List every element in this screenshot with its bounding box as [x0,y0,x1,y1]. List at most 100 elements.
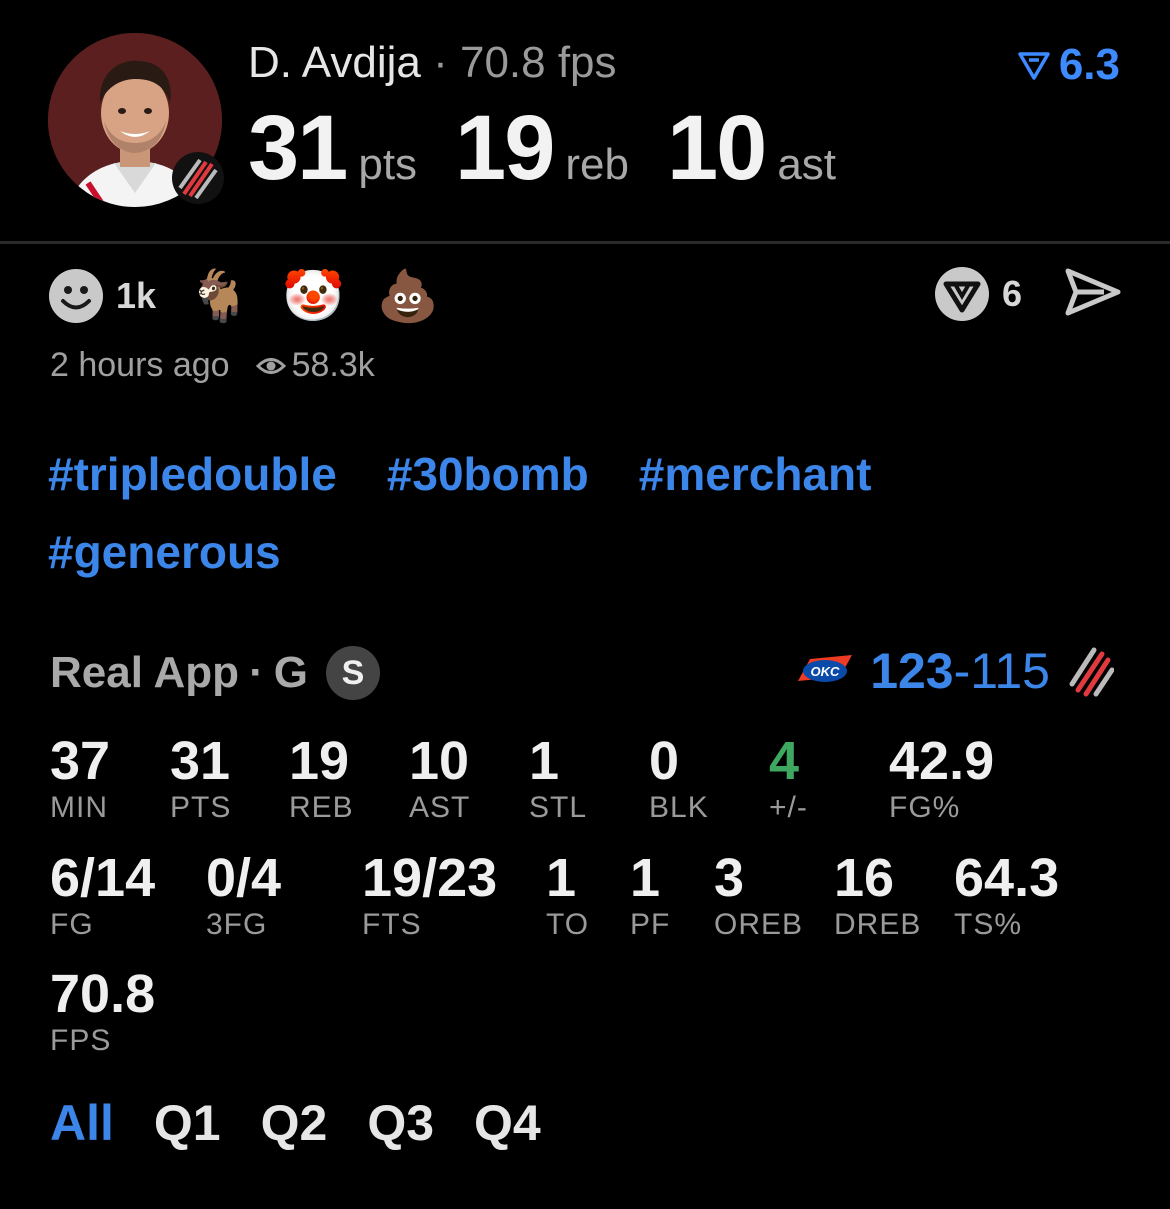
stat-value: 0 [649,731,680,791]
stat-pts: 31 PTS [170,732,231,826]
stat-fps: 70.8 FPS [50,965,155,1059]
stat-pf: 1 PF [630,849,670,943]
stat-fg: 6/14 FG [50,849,155,943]
stat-label: FPS [50,1024,112,1057]
stat-label: AST [409,791,471,824]
post-time: 2 hours ago [50,346,230,384]
stat-label: REB [289,791,354,824]
tab-q1[interactable]: Q1 [154,1094,221,1152]
stat-reb: 19 REB [289,732,354,826]
stat-value: 4 [769,731,800,791]
react-poop-button[interactable]: 💩 [377,268,439,324]
views-count: 58.3k [291,346,375,384]
comments-count: 6 [1001,273,1022,314]
rating-badge[interactable]: 6.3 [1017,40,1120,90]
opponent-logo-text: OKC [811,664,841,679]
blazers-logo-icon [1069,647,1114,697]
stat-label: OREB [714,908,804,941]
stat-stl: 1 STL [529,732,587,826]
game-score[interactable]: OKC 123 - 115 [796,642,1114,700]
player-position: G [273,648,308,697]
stat-label: 3FG [206,908,268,941]
game-source-line: Real App · G S [50,646,380,700]
score-team: 123 [870,643,954,699]
headline-rebounds-value: 19 [455,97,555,199]
headline-points-value: 31 [248,97,348,199]
stat-value: 1 [529,731,560,791]
stat-label: PF [630,908,671,941]
tab-q2[interactable]: Q2 [261,1094,328,1152]
send-icon [1065,268,1121,315]
source-name: Real App [50,648,240,697]
stat-value: 16 [834,848,895,908]
thunder-logo-icon: OKC [798,655,853,682]
stat-value: 6/14 [50,848,156,908]
score-dash: - [953,643,971,699]
react-goat-button[interactable]: 🐐 [188,268,250,324]
player-line: D. Avdija · 70.8 fps [248,38,617,88]
stat-label: TO [546,908,590,941]
stat-plus-minus: 4 +/- [769,732,808,826]
stat-value: 37 [50,731,111,791]
player-fps: 70.8 fps [459,38,617,87]
stat-value: 70.8 [50,964,156,1024]
blazers-logo-icon [170,150,226,206]
stat-label: PTS [170,791,232,824]
stat-label: STL [529,791,588,824]
stat-label: MIN [50,791,108,824]
headline-stats: 31 pts 19 reb 10 ast [248,96,874,201]
react-clown-button[interactable]: 🤡 [282,268,344,324]
rating-value: 6.3 [1058,40,1120,89]
react-count: 1k [116,275,157,316]
comment-logo-icon [934,267,989,321]
share-button[interactable] [1064,267,1122,322]
post-header: D. Avdija · 70.8 fps 31 pts 19 reb 10 as… [0,0,1170,244]
reaction-bar: 1k 🐐 🤡 💩 [48,268,471,324]
stat-label: FG [50,908,94,941]
stat-3fg: 0/4 3FG [206,849,281,943]
stat-fts: 19/23 FTS [362,849,497,943]
stat-ast: 10 AST [409,732,470,826]
tab-q3[interactable]: Q3 [367,1094,434,1152]
headline-points-label: pts [358,140,418,189]
stat-value: 64.3 [954,848,1060,908]
hashtag-link[interactable]: #generous [48,524,281,580]
stat-value: 1 [546,848,577,908]
stat-label: BLK [649,791,709,824]
rating-arrow-icon [1018,52,1050,80]
stat-value: 19/23 [362,848,498,908]
stat-value: 0/4 [206,848,282,908]
stat-to: 1 TO [546,849,589,943]
stat-ts-pct: 64.3 TS% [954,849,1059,943]
stat-value: 31 [170,731,231,791]
period-tabs: All Q1 Q2 Q3 Q4 [50,1094,541,1152]
stat-label: FG% [889,791,961,824]
stat-label: DREB [834,908,922,941]
stat-dreb: 16 DREB [834,849,921,943]
stat-value: 19 [289,731,350,791]
player-name[interactable]: D. Avdija [248,38,421,87]
source-separator: · [249,648,264,697]
stat-value: 42.9 [889,731,995,791]
headline-rebounds-label: reb [565,140,629,189]
stat-value: 1 [630,848,661,908]
stat-label: TS% [954,908,1023,941]
comments-button[interactable]: 6 [934,266,1064,322]
stat-min: 37 MIN [50,732,110,826]
views: 58.3k [255,346,375,385]
hashtag-link[interactable]: #tripledouble [48,446,337,502]
poop-emoji-icon: 💩 [376,268,439,324]
post-meta: 2 hours ago 58.3k [50,346,375,385]
hashtag-link[interactable]: #merchant [639,446,872,502]
post-actions: 6 [934,266,1122,322]
tab-all[interactable]: All [50,1094,114,1152]
stat-label: FTS [362,908,422,941]
react-smiley-button[interactable]: 1k [48,268,156,324]
headline-assists-label: ast [777,140,837,189]
smiley-icon [49,269,103,323]
tab-q4[interactable]: Q4 [474,1094,541,1152]
headline-assists-value: 10 [666,97,767,199]
hashtag-link[interactable]: #30bomb [387,446,589,502]
stat-blk: 0 BLK [649,732,709,826]
stat-value: 3 [714,848,745,908]
